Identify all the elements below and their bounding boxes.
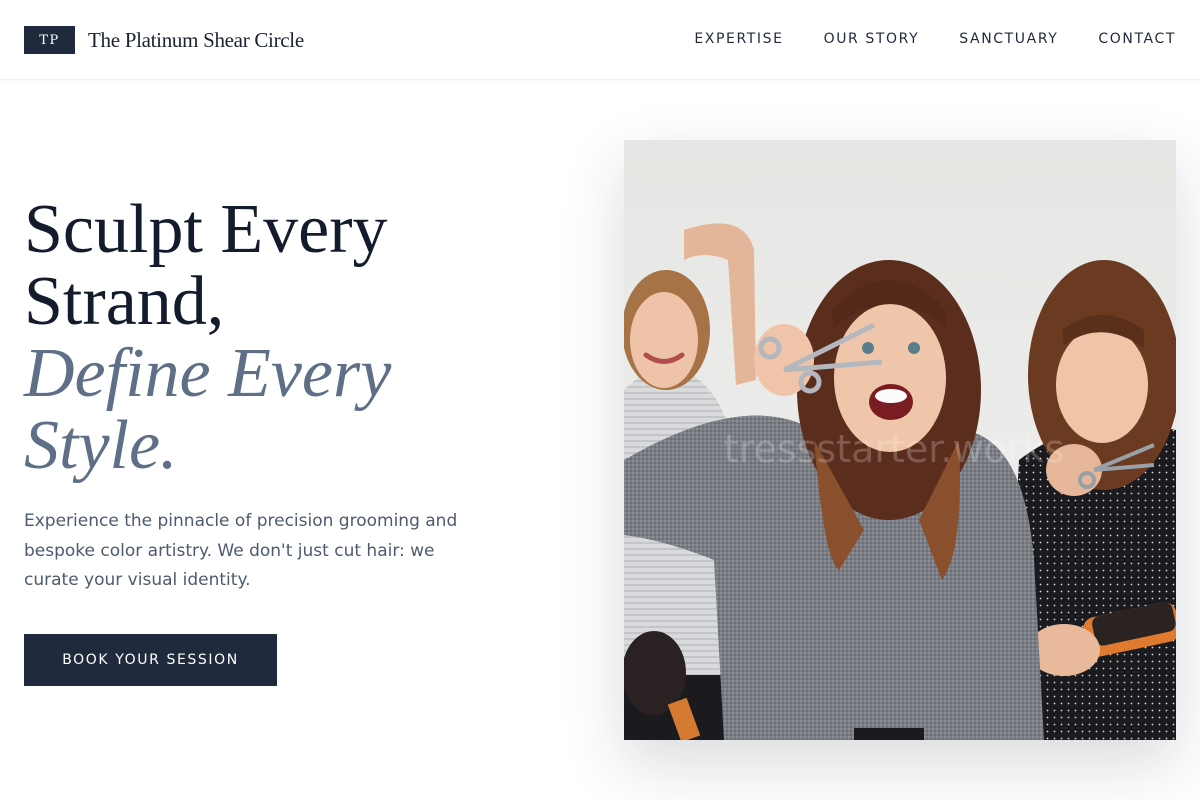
hero-headline: Sculpt Every Strand, Define Every Style.	[24, 194, 564, 482]
headline-line-1: Sculpt Every	[24, 191, 388, 268]
headline-accent-line-2: Style.	[24, 407, 178, 484]
headline-line-2: Strand,	[24, 263, 225, 340]
brand-name[interactable]: The Platinum Shear Circle	[88, 27, 304, 53]
image-watermark: tressstarter.works	[724, 427, 1065, 471]
main-nav: EXPERTISE OUR STORY SANCTUARY CONTACT	[694, 30, 1176, 48]
nav-link-contact[interactable]: CONTACT	[1098, 30, 1176, 48]
nav-link-expertise[interactable]: EXPERTISE	[694, 30, 783, 48]
book-session-button[interactable]: BOOK YOUR SESSION	[24, 634, 277, 686]
stylists-illustration: tressstarter.works	[624, 140, 1176, 740]
nav-link-our-story[interactable]: OUR STORY	[824, 30, 920, 48]
nav-link-sanctuary[interactable]: SANCTUARY	[959, 30, 1058, 48]
headline-accent-line-1: Define Every	[24, 335, 392, 412]
hero-photo: tressstarter.works	[624, 140, 1176, 740]
site-header: TP The Platinum Shear Circle EXPERTISE O…	[0, 0, 1200, 80]
logo-initials: TP	[39, 32, 60, 48]
logo-badge[interactable]: TP	[24, 26, 75, 54]
hero-lead-text: Experience the pinnacle of precision gro…	[24, 511, 458, 590]
